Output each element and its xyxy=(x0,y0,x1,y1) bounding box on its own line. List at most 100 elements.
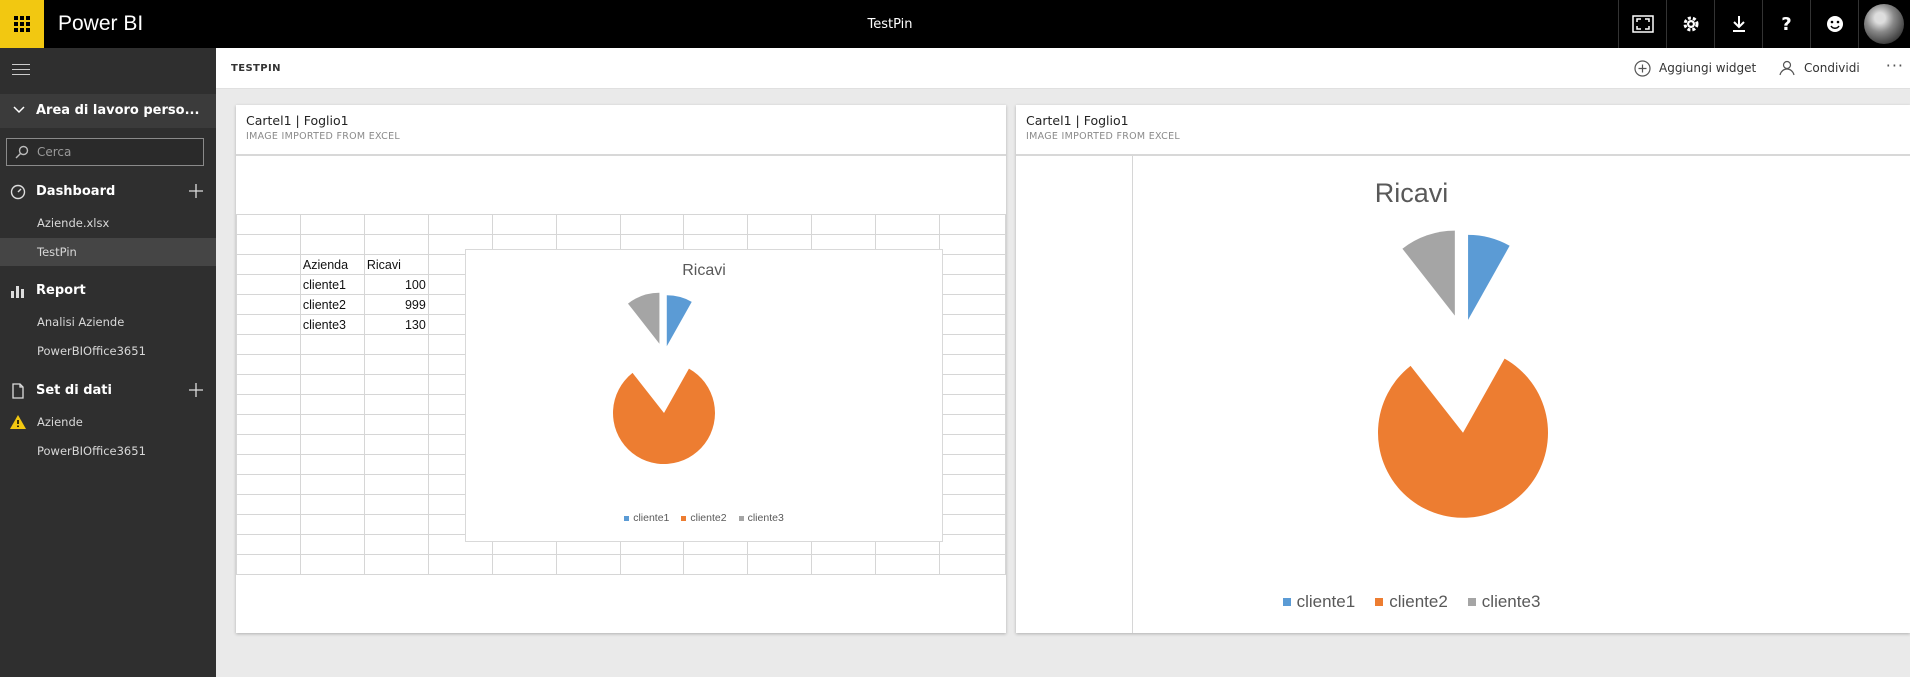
sidebar-section-dashboard[interactable]: Dashboard xyxy=(0,179,216,205)
sheet-cell: cliente1 xyxy=(299,274,365,295)
pie-plot xyxy=(1378,230,1548,518)
tile-subtitle: IMAGE IMPORTED FROM EXCEL xyxy=(1026,131,1180,142)
sheet-cell xyxy=(555,214,621,235)
tile-title: Cartel1 | Foglio1 xyxy=(246,113,349,128)
sheet-cell xyxy=(939,494,1006,515)
sheet-cell xyxy=(939,334,1006,355)
sheet-cell xyxy=(939,314,1006,335)
question-icon: ? xyxy=(1781,13,1792,35)
tile-divider xyxy=(236,154,1006,156)
sheet-cell xyxy=(427,554,493,575)
sheet-cell xyxy=(939,434,1006,455)
share-button[interactable]: Condividi xyxy=(1778,58,1860,78)
sheet-cell xyxy=(683,554,749,575)
sidebar-section-report[interactable]: Report xyxy=(0,278,216,304)
search-box[interactable] xyxy=(6,138,204,166)
sheet-cell xyxy=(491,214,557,235)
sheet-cell xyxy=(299,494,365,515)
sheet-cell xyxy=(363,354,429,375)
sheet-cell xyxy=(875,554,941,575)
hamburger-menu-icon[interactable] xyxy=(12,64,30,78)
sheet-cell xyxy=(236,314,301,335)
sheet-cell xyxy=(811,214,877,235)
sheet-cell xyxy=(299,354,365,375)
sheet-cell xyxy=(939,294,1006,315)
sheet-cell xyxy=(236,334,301,355)
settings-button[interactable] xyxy=(1666,0,1714,48)
avatar xyxy=(1864,4,1904,44)
pie-slice-cliente1 xyxy=(666,295,692,347)
sheet-cell xyxy=(363,554,429,575)
search-input[interactable] xyxy=(37,143,197,161)
chart-legend: cliente1 cliente2 cliente3 xyxy=(466,512,942,524)
sidebar-item-aziende-dataset[interactable]: Aziende xyxy=(0,408,216,436)
pie-slice-cliente1 xyxy=(1468,234,1510,320)
workspace-label: Area di lavoro perso... xyxy=(36,103,200,118)
sheet-row xyxy=(236,554,1006,575)
pie-plot xyxy=(613,292,715,465)
feedback-button[interactable] xyxy=(1810,0,1858,48)
sheet-cell xyxy=(939,474,1006,495)
download-button[interactable] xyxy=(1714,0,1762,48)
sheet-cell xyxy=(363,214,429,235)
add-dataset-plus-icon[interactable] xyxy=(188,382,204,398)
sheet-cell xyxy=(363,474,429,495)
page-title: TESTPIN xyxy=(231,63,281,74)
legend-item: cliente1 xyxy=(624,512,669,524)
sheet-cell xyxy=(236,474,301,495)
dashboard-tile-2[interactable]: Cartel1 | Foglio1 IMAGE IMPORTED FROM EX… xyxy=(1016,105,1910,633)
sheet-cell xyxy=(236,494,301,515)
dashboard-tile-1[interactable]: Cartel1 | Foglio1 IMAGE IMPORTED FROM EX… xyxy=(236,105,1006,633)
legend-label: cliente3 xyxy=(747,512,784,524)
sheet-cell xyxy=(236,434,301,455)
legend-swatch xyxy=(681,515,687,521)
add-widget-button[interactable]: Aggiungi widget xyxy=(1634,58,1756,78)
legend-swatch xyxy=(1375,598,1384,606)
sheet-cell xyxy=(299,534,365,555)
sidebar-item-powerbioffice-dataset[interactable]: PowerBIOffice3651 xyxy=(0,437,216,465)
gauge-icon xyxy=(10,184,26,200)
sidebar-section-label: Set di dati xyxy=(36,383,112,398)
legend-label: cliente1 xyxy=(1296,592,1356,611)
legend-swatch xyxy=(624,515,630,521)
sidebar-item-analisi-aziende[interactable]: Analisi Aziende xyxy=(0,308,216,336)
chart-legend: cliente1 cliente2 cliente3 xyxy=(1023,592,1800,612)
warning-icon xyxy=(10,415,26,429)
sheet-cell xyxy=(939,514,1006,535)
sheet-cell xyxy=(236,414,301,435)
sheet-cell xyxy=(683,214,749,235)
sheet-cell xyxy=(619,214,685,235)
add-dashboard-plus-icon[interactable] xyxy=(188,183,204,199)
sheet-cell xyxy=(299,334,365,355)
tile-subtitle: IMAGE IMPORTED FROM EXCEL xyxy=(246,131,400,142)
sidebar-item-label: PowerBIOffice3651 xyxy=(37,344,146,358)
fullscreen-button[interactable] xyxy=(1618,0,1666,48)
sheet-cell xyxy=(236,254,301,275)
sheet-cell xyxy=(427,214,493,235)
sidebar-item-testpin[interactable]: TestPin xyxy=(0,238,216,266)
sheet-cell xyxy=(236,354,301,375)
account-button[interactable] xyxy=(1858,0,1910,48)
sheet-cell xyxy=(363,494,429,515)
legend-label: cliente1 xyxy=(633,512,670,524)
sidebar-item-aziende-xlsx[interactable]: Aziende.xlsx xyxy=(0,209,216,237)
more-options-button[interactable]: ··· xyxy=(1886,56,1904,75)
sheet-cell xyxy=(299,234,365,255)
sheet-cell xyxy=(747,214,813,235)
sheet-cell: cliente2 xyxy=(299,294,365,315)
sidebar-section-label: Dashboard xyxy=(36,184,116,199)
help-button[interactable]: ? xyxy=(1762,0,1810,48)
smiley-icon xyxy=(1826,16,1843,32)
legend-item: cliente3 xyxy=(1467,592,1540,612)
sheet-cell xyxy=(236,534,301,555)
sidebar-item-powerbioffice-report[interactable]: PowerBIOffice3651 xyxy=(0,337,216,365)
sidebar: Area di lavoro perso... Dashboard Aziend… xyxy=(0,48,216,677)
sidebar-section-datasets[interactable]: Set di dati xyxy=(0,378,216,404)
dashboard-header: TESTPIN Aggiungi widget Condividi ··· xyxy=(216,48,1910,89)
sheet-cell xyxy=(363,534,429,555)
sheet-cell xyxy=(299,414,365,435)
legend-item: cliente3 xyxy=(738,512,784,524)
workspace-selector[interactable]: Area di lavoro perso... xyxy=(0,94,216,128)
sidebar-section-label: Report xyxy=(36,283,86,298)
sheet-cell xyxy=(236,454,301,475)
